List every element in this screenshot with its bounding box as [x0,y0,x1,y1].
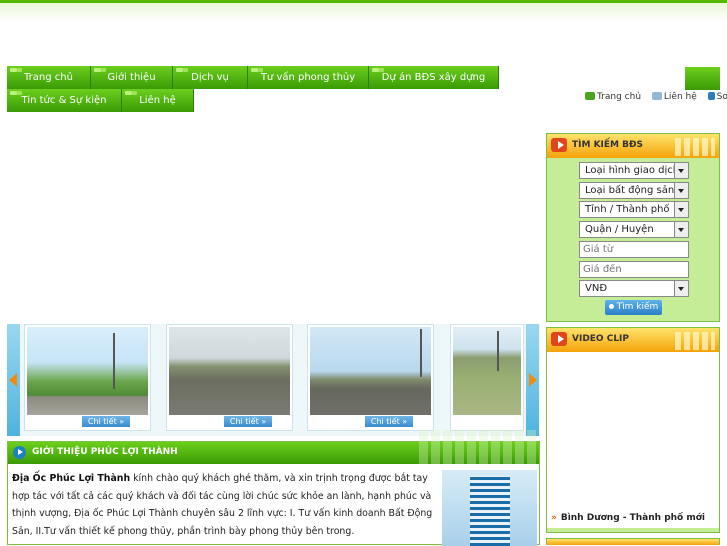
detail-button[interactable]: Chi tiết » [82,416,130,427]
arrow-icon [551,332,567,346]
slider-thumb[interactable]: Chi tiết » [166,324,293,431]
nav-item-label: Giới thiệu [107,72,156,83]
video-list-item[interactable]: Bình Dương - Thành phố mới [551,513,705,523]
intro-title: GIỚI THIỆU PHÚC LỢI THÀNH [32,447,178,457]
project-photo [453,327,521,415]
intro-header: GIỚI THIỆU PHÚC LỢI THÀNH [8,430,539,464]
next-panel-header [546,538,720,545]
currency-select[interactable]: VNĐ [579,280,689,297]
company-name: Địa Ốc Phúc Lợi Thành [12,473,131,484]
chevron-down-icon [674,222,688,237]
nav-item-contact[interactable]: Liên hệ [122,89,194,112]
top-banner-bar [0,0,727,22]
top-links: Trang chủ Liên hệ Sơ đồ [585,92,727,102]
chevron-down-icon [674,183,688,198]
price-to-input[interactable] [579,261,689,278]
city-skyline-decoration [675,332,715,350]
project-photo [169,327,290,415]
slider-prev-button[interactable] [7,324,20,436]
nav-item-label: Trang chủ [24,72,73,83]
toplink-sitemap[interactable]: Sơ đồ [707,92,727,102]
province-value: Tỉnh / Thành phố [585,204,670,215]
sitemap-icon [707,92,715,100]
nav-item-label: Tin tức & Sự kiện [21,95,107,106]
building-tower [470,476,510,546]
video-player-area[interactable] [547,352,719,528]
city-skyline-decoration [419,430,539,464]
property-type-value: Loại bất động sản [585,185,675,196]
tower-mast [497,331,499,371]
search-panel: TÌM KIẾM BĐS Loại hình giao dịch Loại bấ… [546,133,720,322]
toplink-contact[interactable]: Liên hệ [651,92,697,102]
search-button[interactable]: Tìm kiếm [605,300,662,315]
city-skyline-decoration [675,138,715,156]
chevron-down-icon [674,202,688,217]
nav-item-projects[interactable]: Dự án BĐS xây dựng [369,66,499,89]
intro-paragraph: Địa Ốc Phúc Lợi Thành kính chào quý khác… [12,470,438,540]
nav-item-label: Liên hệ [139,95,176,106]
search-panel-title: TÌM KIẾM BĐS [572,140,644,150]
video-panel-title: VIDEO CLIP [572,334,630,344]
tower-mast [420,329,422,377]
province-select[interactable]: Tỉnh / Thành phố [579,201,689,218]
video-panel: VIDEO CLIP Bình Dương - Thành phố mới [546,327,720,533]
nav-item-home[interactable]: Trang chủ [7,66,91,89]
chevron-down-icon [674,281,688,296]
slider-next-button[interactable] [526,324,539,436]
nav-right-cap [685,67,720,90]
project-slider: Chi tiết » Chi tiết » Chi tiết » [7,324,540,436]
video-panel-header: VIDEO CLIP [547,328,719,352]
property-type-select[interactable]: Loại bất động sản [579,182,689,199]
project-photo [310,327,431,415]
price-from-input[interactable] [579,241,689,258]
transaction-type-select[interactable]: Loại hình giao dịch [579,162,689,179]
district-select[interactable]: Quận / Huyện [579,221,689,238]
nav-item-news[interactable]: Tin tức & Sự kiện [7,89,122,112]
nav-item-fengshui[interactable]: Tư vấn phong thủy [248,66,369,89]
detail-button[interactable]: Chi tiết » [224,416,272,427]
project-photo [27,327,148,415]
slider-thumb[interactable] [450,324,524,431]
arrow-right-icon [529,373,537,387]
search-panel-header: TÌM KIẾM BĐS [547,134,719,158]
arrow-icon [13,446,26,459]
nav-item-services[interactable]: Dịch vụ [173,66,248,89]
nav-item-label: Dịch vụ [191,72,229,83]
nav-item-label: Dự án BĐS xây dựng [381,72,486,83]
building-photo [442,470,537,546]
search-button-label: Tìm kiếm [616,302,659,312]
currency-value: VNĐ [585,283,608,294]
home-icon [585,92,595,100]
tower-mast [113,333,115,389]
detail-button[interactable]: Chi tiết » [365,416,413,427]
slider-thumb[interactable]: Chi tiết » [307,324,434,431]
district-value: Quận / Huyện [585,224,654,235]
toplink-home-label: Trang chủ [597,92,642,102]
toplink-contact-label: Liên hệ [663,92,697,102]
arrow-left-icon [9,373,17,387]
contact-icon [651,92,662,100]
transaction-type-value: Loại hình giao dịch [585,165,680,176]
slider-thumb[interactable]: Chi tiết » [24,324,151,431]
chevron-down-icon [674,163,688,178]
toplink-sitemap-label: Sơ đồ [716,92,727,102]
intro-section: GIỚI THIỆU PHÚC LỢI THÀNH Địa Ốc Phúc Lợ… [7,430,540,546]
nav-item-label: Tư vấn phong thủy [260,72,356,83]
arrow-icon [551,138,567,152]
nav-item-about[interactable]: Giới thiệu [91,66,173,89]
toplink-home[interactable]: Trang chủ [585,92,641,102]
